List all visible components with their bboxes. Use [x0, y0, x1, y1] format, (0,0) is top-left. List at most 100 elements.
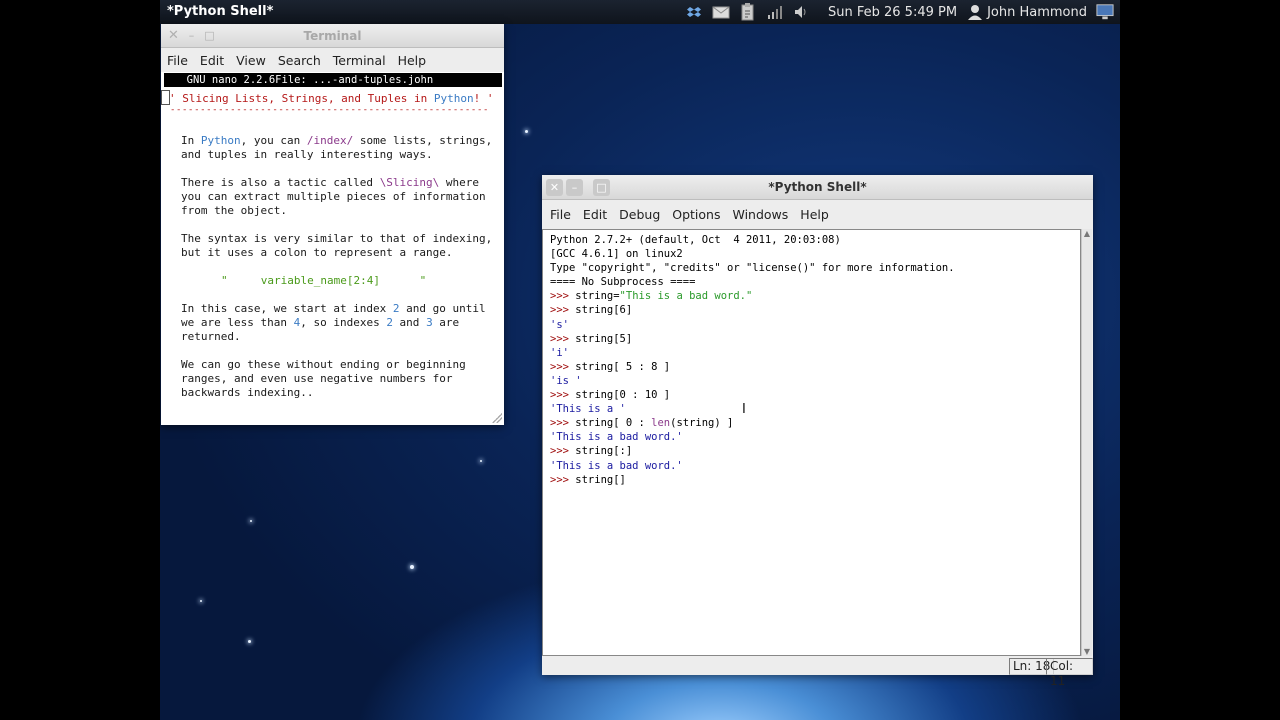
text-span: , so indexes [300, 316, 387, 329]
builtin-len: len [651, 417, 671, 430]
menu-view[interactable]: View [230, 53, 272, 68]
menu-edit[interactable]: Edit [577, 207, 613, 222]
code: string[5] [568, 332, 633, 345]
display-icon[interactable] [1096, 3, 1114, 21]
text-line: returned. [181, 330, 241, 343]
terminal-window: ✕ – □ Terminal File Edit View Search Ter… [161, 24, 504, 425]
code: string[ 0 : [568, 417, 652, 430]
code: string[] [568, 473, 626, 486]
text-line: In this case, we start at index 2 and go… [181, 302, 486, 315]
text-span: There is also a tactic called [181, 176, 380, 189]
input-line: >>> string[5] [550, 332, 955, 346]
text-line: and tuples in really interesting ways. [181, 148, 433, 161]
input-line: >>> string[6] [550, 303, 955, 317]
scroll-down-icon[interactable]: ▼ [1082, 647, 1092, 656]
code: string[6] [568, 304, 633, 317]
shell-statusbar: Ln: 18 Col: 11 [542, 656, 1093, 688]
number-span: 2 [392, 302, 400, 315]
active-app-title[interactable]: *Python Shell* [167, 4, 273, 19]
mail-icon[interactable] [712, 3, 730, 21]
star [525, 130, 528, 133]
text-span: some lists, strings, [353, 134, 493, 147]
input-line: >>> string[0 : 10 ] [550, 388, 955, 402]
number-span: 2 [386, 316, 393, 329]
menu-help[interactable]: Help [794, 207, 835, 222]
shell-menubar: File Edit Debug Options Windows Help [542, 200, 1093, 228]
text-line: backwards indexing.. [181, 386, 314, 399]
menu-edit[interactable]: Edit [194, 53, 230, 68]
shell-titlebar[interactable]: ✕ – □ *Python Shell* [542, 175, 1093, 200]
text-line: from the object. [181, 204, 287, 217]
status-col: Col: 11 [1046, 658, 1093, 688]
doc-title-line: ' Slicing Lists, Strings, and Tuples in … [169, 92, 494, 105]
banner-line: [GCC 4.6.1] on linux2 [550, 248, 683, 261]
nano-header-text: GNU nano 2.2.6File: ...-and-tuples.john [164, 73, 502, 87]
text-span: , you can [240, 134, 307, 147]
star [250, 520, 252, 522]
title-end: ! ' [473, 92, 494, 105]
star [410, 565, 414, 569]
clipboard-icon[interactable] [739, 3, 757, 21]
output-line: 'is ' [550, 374, 582, 387]
input-line: >>> string="This is a bad word." [550, 289, 955, 303]
output-line: 's' [550, 318, 569, 331]
menu-file[interactable]: File [544, 207, 577, 222]
title-text: ' Slicing Lists, Strings, and Tuples in [169, 92, 434, 105]
menu-windows[interactable]: Windows [726, 207, 794, 222]
output-line: 'This is a ' [550, 403, 626, 416]
terminal-title: Terminal [303, 29, 362, 43]
user-name[interactable]: John Hammond [987, 5, 1087, 20]
text-line: you can extract multiple pieces of infor… [181, 190, 486, 203]
menu-terminal[interactable]: Terminal [327, 53, 392, 68]
shell-title: *Python Shell* [768, 180, 867, 194]
scroll-up-icon[interactable]: ▲ [1082, 229, 1092, 238]
text-line: but it uses a colon to represent a range… [181, 246, 453, 259]
star [480, 460, 482, 462]
prompt: >>> [550, 360, 569, 373]
dropbox-icon[interactable] [685, 3, 703, 21]
vertical-scrollbar[interactable]: ▲ ▼ [1081, 229, 1092, 656]
prompt: >>> [550, 290, 569, 303]
text-span: and [392, 316, 427, 329]
banner-line: Type "copyright", "credits" or "license(… [550, 262, 955, 275]
text-span: In [181, 134, 201, 147]
text-line: We can go these without ending or beginn… [181, 358, 466, 371]
star [248, 640, 251, 643]
menu-debug[interactable]: Debug [613, 207, 666, 222]
shell-text-area[interactable]: Python 2.7.2+ (default, Oct 4 2011, 20:0… [542, 229, 1081, 656]
terminal-menubar: File Edit View Search Terminal Help [161, 48, 504, 72]
keyword-index: /index/ [306, 134, 354, 147]
menu-file[interactable]: File [161, 53, 194, 68]
number-span: 3 [426, 316, 433, 329]
code: string[ 5 : 8 ] [568, 360, 671, 373]
text-span: we are less than [181, 316, 294, 329]
code: string= [568, 290, 620, 303]
nano-editor-body[interactable]: ' Slicing Lists, Strings, and Tuples in … [161, 88, 504, 424]
network-signal-icon[interactable] [766, 3, 784, 21]
menu-search[interactable]: Search [272, 53, 327, 68]
input-line: >>> string[ 5 : 8 ] [550, 360, 955, 374]
banner-line: Python 2.7.2+ (default, Oct 4 2011, 20:0… [550, 234, 841, 246]
shell-output: Python 2.7.2+ (default, Oct 4 2011, 20:0… [550, 233, 955, 487]
output-line: 'This is a bad word.' [550, 431, 683, 444]
text-span: In this case, we start at index [181, 302, 393, 315]
keyword-slicing: \Slicing\ [379, 176, 440, 189]
keyword-python: Python [200, 134, 241, 147]
output-line: 'This is a bad word.' [550, 459, 683, 472]
menu-options[interactable]: Options [666, 207, 726, 222]
volume-icon[interactable] [793, 3, 811, 21]
star [200, 600, 202, 602]
text-line: ranges, and even use negative numbers fo… [181, 372, 453, 385]
menu-help[interactable]: Help [392, 53, 433, 68]
clock[interactable]: Sun Feb 26 5:49 PM [828, 5, 957, 20]
user-icon [966, 3, 984, 21]
text-line: The syntax is very similar to that of in… [181, 232, 493, 245]
rule-line: ----------------------------------------… [170, 105, 489, 115]
resize-grip[interactable] [492, 413, 502, 423]
terminal-titlebar[interactable]: ✕ – □ Terminal [161, 24, 504, 48]
prompt: >>> [550, 304, 569, 317]
text-line: In Python, you can /index/ some lists, s… [181, 134, 492, 147]
text-span: where [439, 176, 480, 189]
text-line: There is also a tactic called \Slicing\ … [181, 176, 479, 189]
output-line: 'i' [550, 346, 569, 359]
